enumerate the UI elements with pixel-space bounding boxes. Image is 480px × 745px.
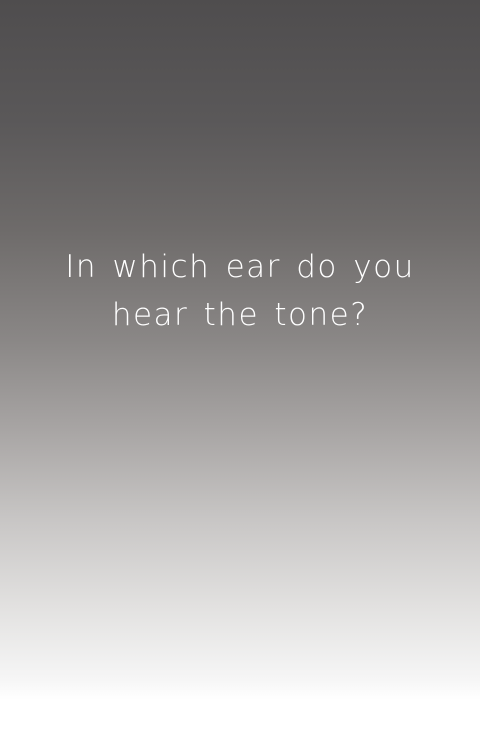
question-prompt: In which ear do you hear the tone? [40,243,440,339]
question-line-2: hear the tone? [111,297,369,333]
question-line-1: In which ear do you [65,249,415,285]
hearing-test-screen: In which ear do you hear the tone? [0,0,480,745]
